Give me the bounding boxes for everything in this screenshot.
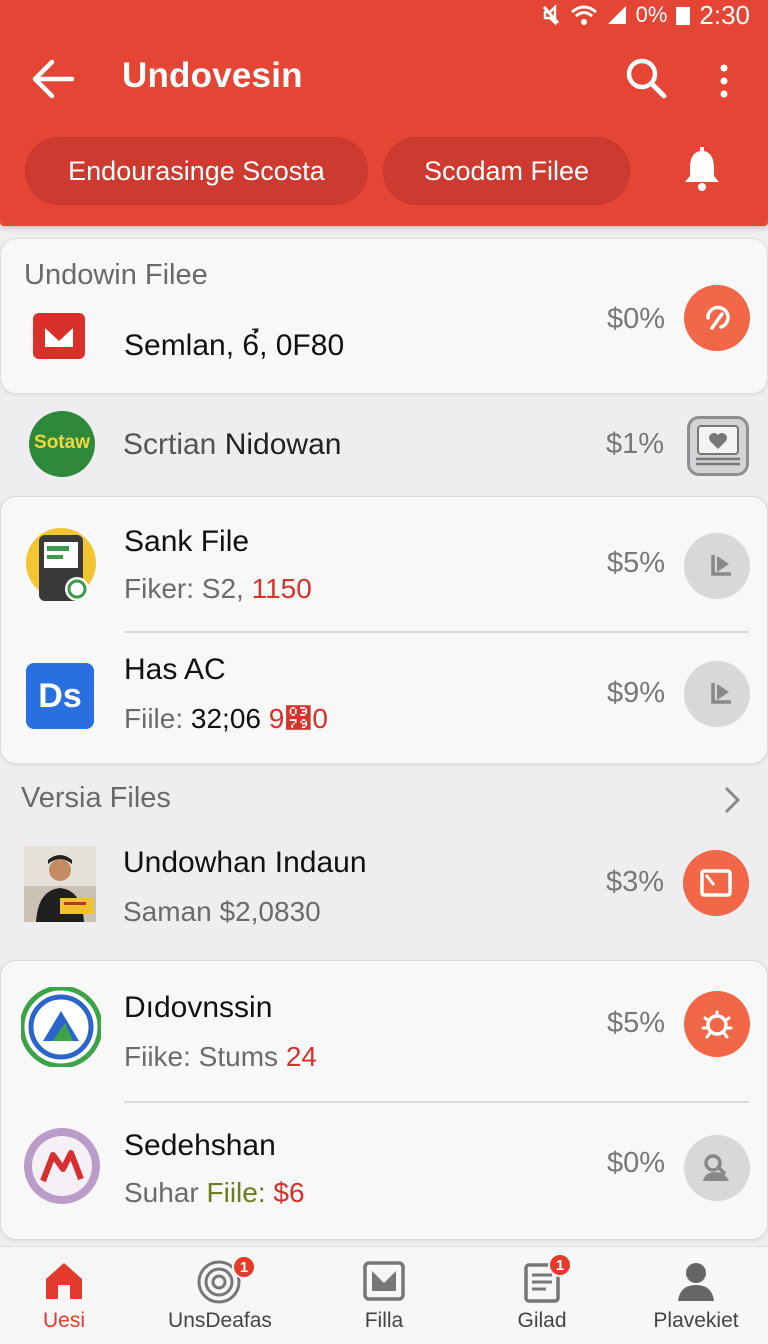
row-title: Sedehshan	[124, 1129, 276, 1162]
file-row-sedehshan[interactable]: Sedehshan Suhar Fiile: $6 $0%	[1, 1101, 768, 1241]
row-title: Semlan, 6́̉, 0F80	[124, 329, 345, 362]
more-options-button[interactable]	[706, 56, 742, 106]
section-label-versia: Versia Files	[21, 782, 171, 814]
row-action-button[interactable]	[684, 533, 750, 599]
nav-item-plavekiet[interactable]: Plavekiet	[630, 1247, 762, 1344]
row-title: Has AC	[124, 653, 226, 686]
status-bar: 0% 2:30	[0, 0, 768, 30]
page-title: Undovesin	[122, 56, 303, 95]
row-percent: $0%	[606, 1147, 665, 1179]
chevron-right-icon	[724, 786, 741, 814]
files-card: Sank File Fiker: S2, 1150 $5% Ds Has AC …	[0, 496, 768, 764]
nav-item-gilad[interactable]: 1 Gilad	[478, 1247, 606, 1344]
row-percent: $3%	[605, 866, 664, 898]
file-row-undowhan[interactable]: Undowhan Indaun Saman $2,0830 $3%	[0, 828, 768, 948]
notification-badge: 1	[232, 1255, 256, 1279]
battery-percent: 0%	[635, 2, 668, 27]
row-title: Dıdovnssin	[124, 991, 273, 1024]
search-button[interactable]	[622, 54, 672, 104]
broken-link-icon	[706, 305, 730, 330]
row-percent: $0%	[606, 303, 665, 335]
nav-label: Uesi	[42, 1309, 85, 1332]
mail-box-icon	[363, 1261, 405, 1301]
nav-item-filla[interactable]: Filla	[320, 1247, 448, 1344]
nav-label: Plavekiet	[653, 1309, 739, 1332]
ds-app-icon: Ds	[26, 663, 94, 729]
row-percent: $1%	[605, 428, 664, 460]
clock: 2:30	[699, 0, 750, 30]
ds-icon-text: Ds	[38, 677, 82, 715]
search-icon	[626, 58, 667, 99]
notifications-button[interactable]	[680, 146, 724, 194]
versia-more-button[interactable]	[718, 784, 746, 816]
row-action-button[interactable]	[684, 1135, 750, 1201]
file-row-sank[interactable]: Sank File Fiker: S2, 1150 $5%	[1, 497, 768, 631]
chart-app-icon	[23, 1127, 101, 1210]
wifi-icon	[570, 4, 598, 26]
home-icon	[46, 1263, 82, 1299]
notification-badge: 1	[548, 1253, 572, 1277]
row-action-button[interactable]	[683, 850, 749, 916]
file-row-didovnssin[interactable]: Dıdovnssin Fiike: Stums 24 $5%	[1, 961, 768, 1101]
back-button[interactable]	[28, 56, 78, 102]
row-action-button[interactable]	[684, 661, 750, 727]
row-title: Scrtian Nidowan	[123, 428, 342, 461]
row-subtitle: Saman $2,0830	[123, 896, 321, 927]
triangle-app-icon	[19, 985, 103, 1072]
phone-app-icon	[25, 527, 99, 608]
toolbar: Undovesin	[0, 40, 768, 120]
row-subtitle: Suhar Fiile: $6	[124, 1177, 305, 1208]
file-row-scrtian[interactable]: Sotaw Scrtian Nidowan $1%	[0, 400, 768, 490]
nav-item-unsdeafas[interactable]: 1 UnsDeafas	[140, 1247, 300, 1344]
play-step-icon	[711, 555, 731, 576]
undowin-files-card: Undowin Filee Semlan, 6́̉, 0F80 $0%	[0, 238, 768, 394]
filter-chip-endourasinge[interactable]: Endourasinge Scosta	[25, 137, 368, 205]
bell-icon	[685, 147, 719, 191]
nav-label: UnsDeafas	[168, 1309, 272, 1332]
row-subtitle: Fiile: 32;06 9͹0	[124, 703, 328, 734]
row-action-button[interactable]	[687, 416, 749, 476]
row-action-button[interactable]	[684, 991, 750, 1057]
more-vert-icon	[720, 64, 728, 98]
row-title: Undowhan Indaun	[123, 846, 367, 879]
screen-icon	[700, 869, 732, 897]
nav-item-uesi[interactable]: Uesi	[0, 1247, 128, 1344]
row-percent: $5%	[606, 547, 665, 579]
battery-icon	[675, 4, 691, 26]
play-step-icon	[711, 683, 731, 704]
nav-label: Filla	[364, 1309, 404, 1332]
app-header: 0% 2:30 Undovesin Endourasinge Scosta Sc…	[0, 0, 768, 226]
sotaw-app-icon: Sotaw	[28, 410, 96, 483]
heart-screen-icon	[696, 425, 740, 466]
back-arrow-icon	[32, 59, 75, 99]
bottom-files-card: Dıdovnssin Fiike: Stums 24 $5% Sedehshan…	[0, 960, 768, 1240]
row-percent: $5%	[606, 1007, 665, 1039]
file-row-semlan[interactable]: Semlan, 6́̉, 0F80 $0%	[1, 239, 768, 395]
sotaw-icon-text: Sotaw	[34, 432, 90, 453]
file-row-has-ac[interactable]: Ds Has AC Fiile: 32;06 9͹0 $9%	[1, 631, 768, 765]
nav-label: Gilad	[517, 1309, 567, 1332]
bottom-navigation: Uesi 1 UnsDeafas Filla 1 Gilad Plavekiet	[0, 1246, 768, 1344]
person-icon	[678, 1263, 714, 1301]
filter-chip-scodam[interactable]: Scodam Filee	[383, 137, 630, 205]
red-envelope-app-icon	[33, 313, 85, 364]
row-title: Sank File	[124, 525, 250, 558]
row-percent: $9%	[606, 677, 665, 709]
row-action-button[interactable]	[684, 285, 750, 351]
person-search-icon	[703, 1154, 729, 1181]
signal-icon	[606, 4, 628, 26]
mute-icon	[540, 4, 562, 26]
row-subtitle: Fiike: Stums 24	[124, 1041, 317, 1072]
row-subtitle: Fiker: S2, 1150	[124, 573, 312, 604]
bug-icon	[701, 1010, 733, 1039]
person-photo-thumbnail	[24, 846, 96, 927]
